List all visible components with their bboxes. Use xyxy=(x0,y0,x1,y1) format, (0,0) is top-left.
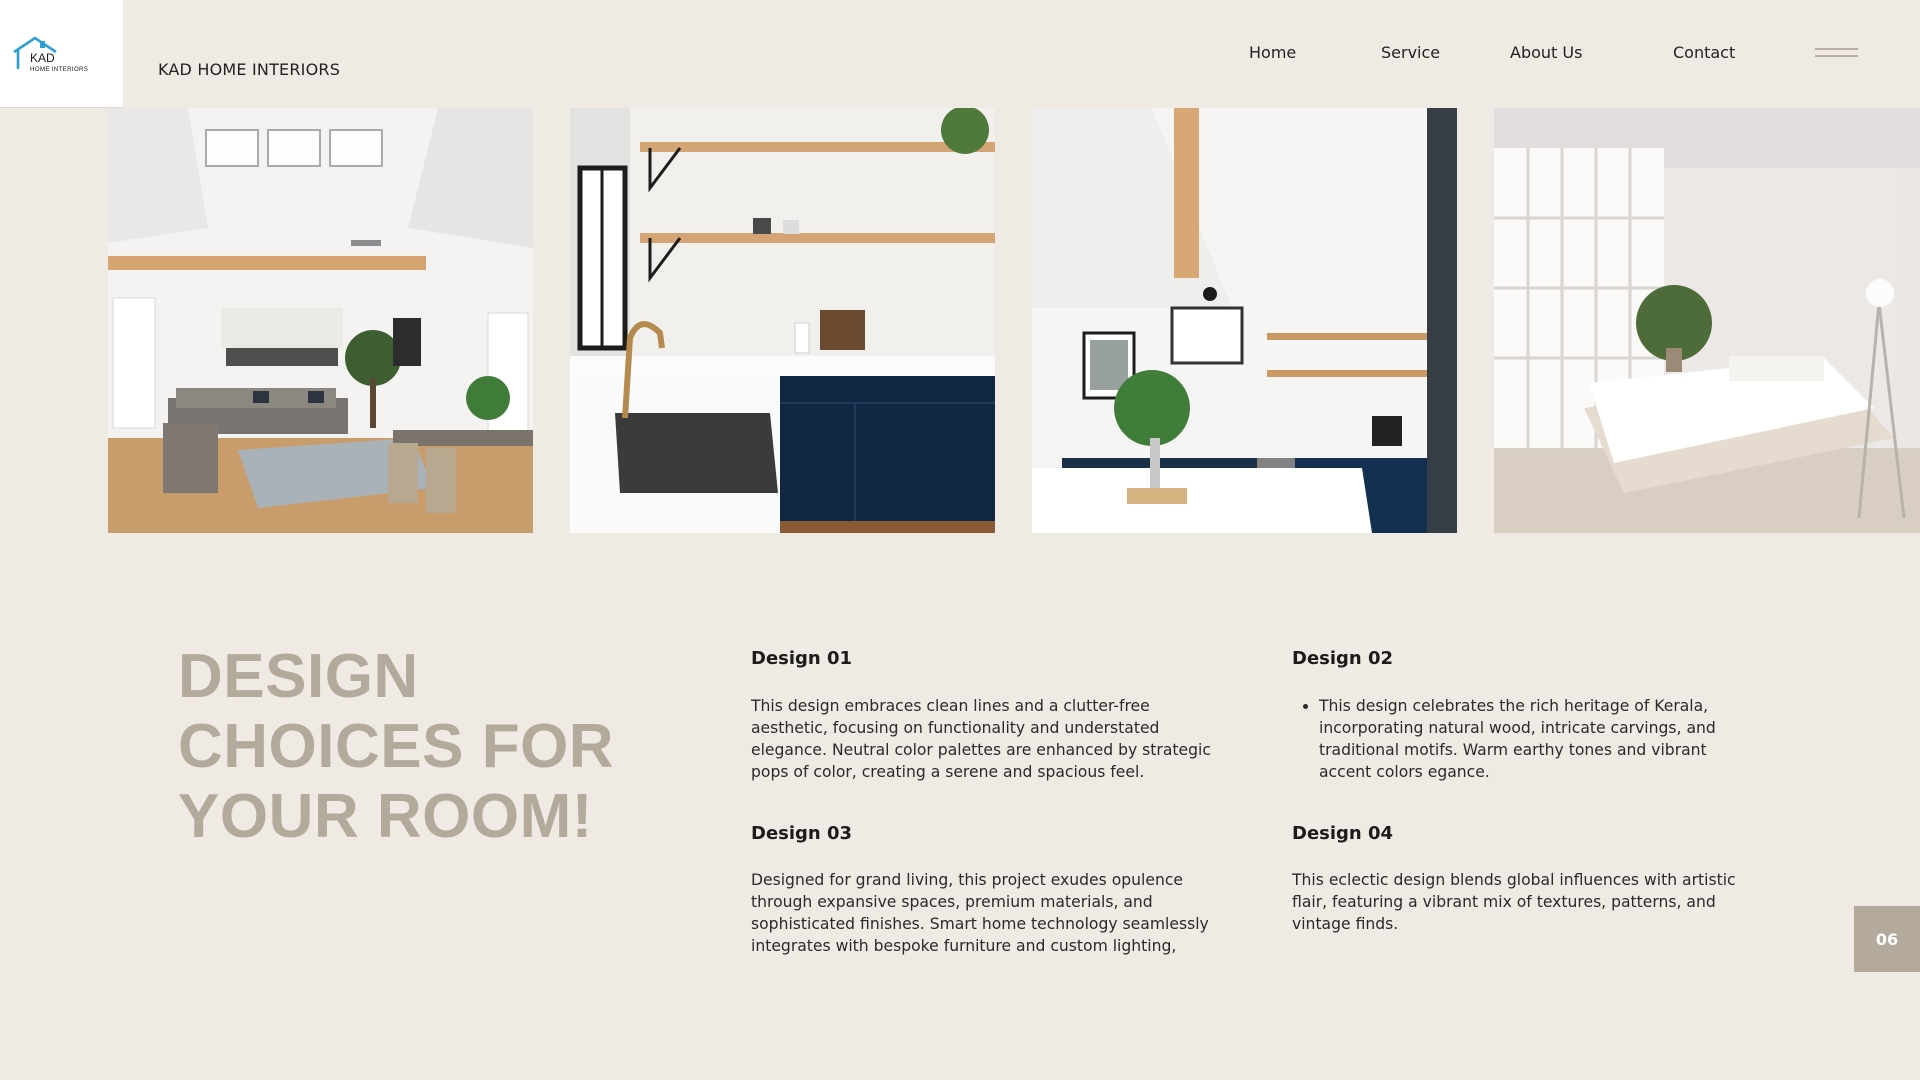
design-04-title: Design 04 xyxy=(1292,823,1394,844)
page-headline: DESIGN CHOICES FOR YOUR ROOM! xyxy=(178,642,615,851)
nav-home[interactable]: Home xyxy=(1249,43,1296,62)
page-number-badge: 06 xyxy=(1854,906,1920,972)
design-02-text: This design celebrates the rich heritage… xyxy=(1292,695,1762,783)
design-02-bullet: This design celebrates the rich heritage… xyxy=(1319,695,1762,783)
design-03-title: Design 03 xyxy=(751,823,853,844)
design-01-text: This design embraces clean lines and a c… xyxy=(751,697,1211,781)
nav-contact[interactable]: Contact xyxy=(1673,43,1735,62)
logo[interactable]: KAD HOME INTERIORS xyxy=(0,0,123,108)
photo-living-room xyxy=(108,108,533,533)
nav-about-us[interactable]: About Us xyxy=(1510,43,1582,62)
photo-kitchen-sink xyxy=(570,108,995,533)
photo-bedroom xyxy=(1494,108,1920,533)
design-04-text: This eclectic design blends global influ… xyxy=(1292,871,1736,933)
logo-text-kad: KAD xyxy=(30,51,55,65)
house-logo-icon: KAD HOME INTERIORS xyxy=(13,36,88,73)
menu-icon[interactable] xyxy=(1815,48,1858,60)
brand-name: KAD HOME INTERIORS xyxy=(158,60,341,79)
photo-kitchen-island xyxy=(1032,108,1457,533)
design-02-title: Design 02 xyxy=(1292,648,1394,669)
logo-text-sub: HOME INTERIORS xyxy=(30,66,88,73)
design-01-title: Design 01 xyxy=(751,648,853,669)
design-03-text: Designed for grand living, this project … xyxy=(751,871,1209,955)
nav-service[interactable]: Service xyxy=(1381,43,1440,62)
